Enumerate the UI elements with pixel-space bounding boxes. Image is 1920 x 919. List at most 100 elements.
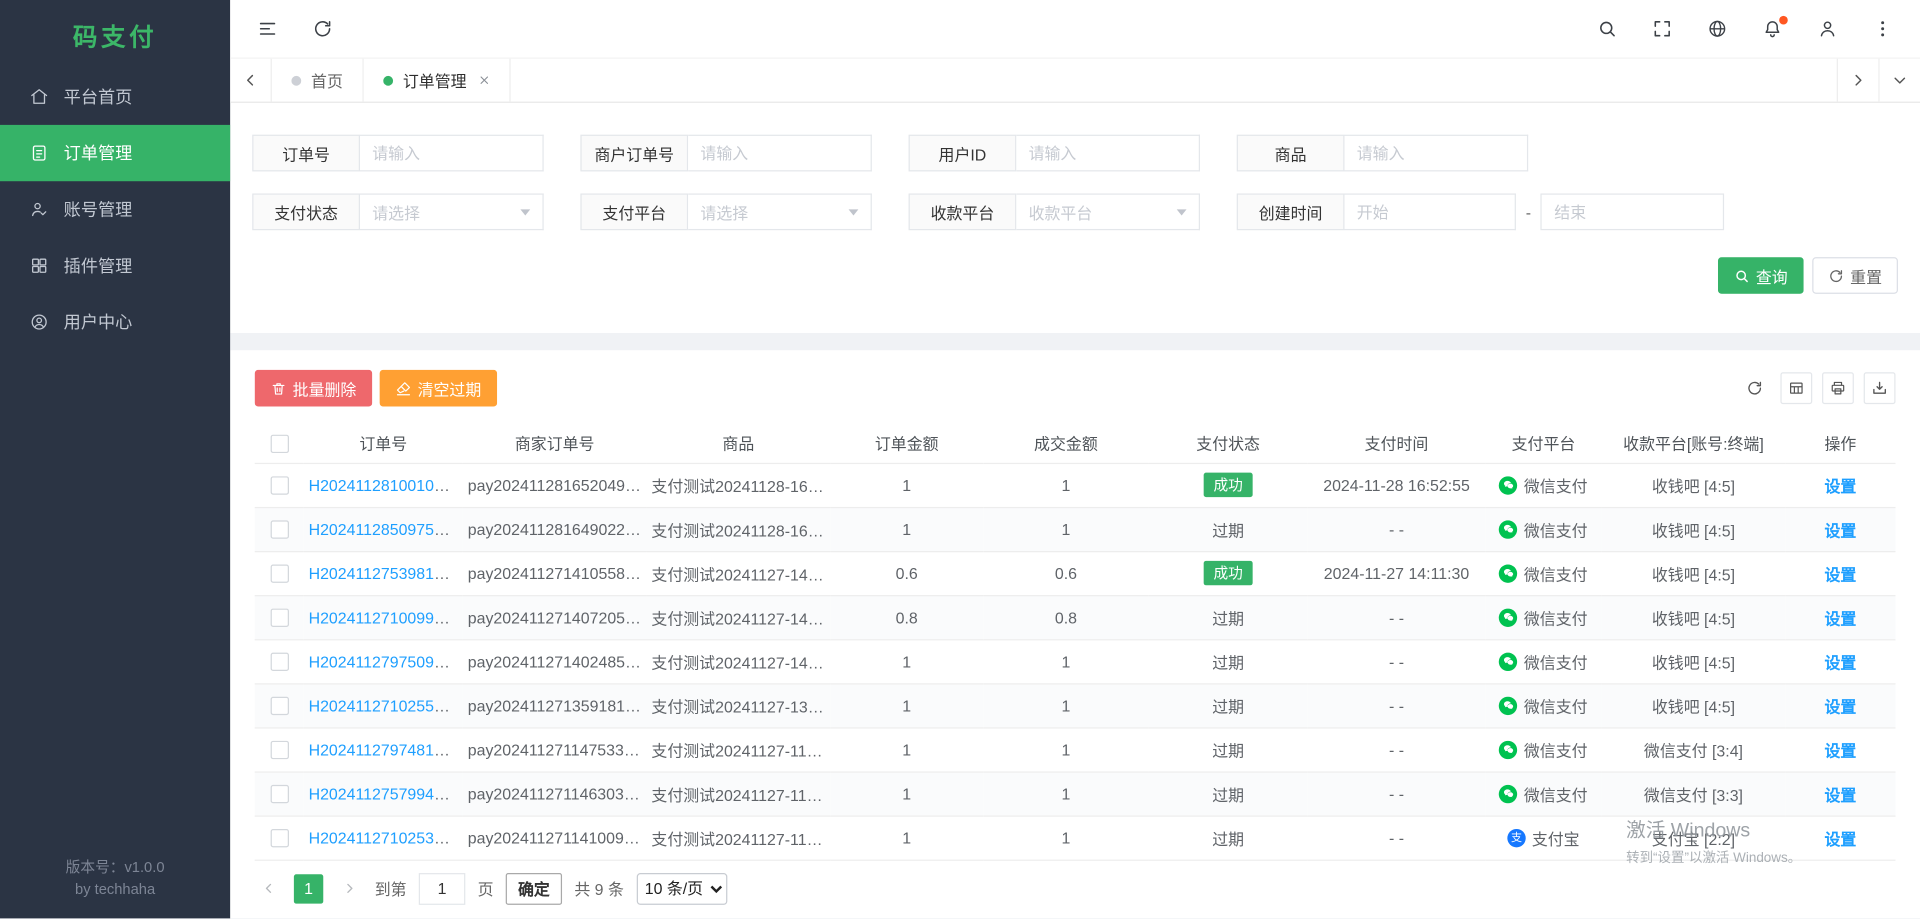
date-start-input[interactable] xyxy=(1344,193,1515,230)
paid-amount: 1 xyxy=(983,771,1148,815)
prev-page-button[interactable] xyxy=(255,874,282,903)
settings-link[interactable]: 设置 xyxy=(1824,521,1856,539)
status-text-expired: 过期 xyxy=(1212,786,1244,804)
status-text-expired: 过期 xyxy=(1212,653,1244,671)
settings-link[interactable]: 设置 xyxy=(1824,565,1856,583)
row-checkbox[interactable] xyxy=(270,520,288,538)
user-id-input[interactable] xyxy=(1016,135,1200,172)
row-checkbox[interactable] xyxy=(270,741,288,759)
tab-scroll-left-button[interactable] xyxy=(230,59,272,102)
settings-link[interactable]: 设置 xyxy=(1824,697,1856,715)
order-no-link[interactable]: H2024112850975751 xyxy=(309,520,461,538)
status-text-expired: 过期 xyxy=(1212,830,1244,848)
sidebar-footer: 版本号：v1.0.0 by techhaha xyxy=(0,843,230,918)
pay-status-select[interactable]: 请选择 xyxy=(360,193,544,230)
collapse-menu-icon[interactable] xyxy=(257,18,278,39)
merchant-order-no: pay2024112714105583... xyxy=(463,551,647,595)
settings-link[interactable]: 设置 xyxy=(1824,830,1856,848)
version-text: 版本号：v1.0.0 xyxy=(0,856,230,879)
refresh-page-icon[interactable] xyxy=(312,18,333,39)
wechat-pay-icon xyxy=(1499,608,1517,626)
row-checkbox[interactable] xyxy=(270,609,288,627)
tab-close-icon[interactable] xyxy=(479,75,490,86)
order-amount: 1 xyxy=(830,771,983,815)
batch-delete-button[interactable]: 批量删除 xyxy=(255,370,373,407)
reset-button[interactable]: 重置 xyxy=(1812,257,1898,294)
goto-page-input[interactable] xyxy=(419,872,466,904)
total-count-label: 共 9 条 xyxy=(574,877,624,900)
order-no-link[interactable]: H2024112753981029 xyxy=(309,564,461,582)
row-checkbox[interactable] xyxy=(270,653,288,671)
account-icon xyxy=(29,200,49,220)
filter-order-no: 订单号 xyxy=(252,135,543,172)
paid-amount: 1 xyxy=(983,683,1148,727)
sidebar-item-order-management[interactable]: 订单管理 xyxy=(0,125,230,181)
current-page-button[interactable]: 1 xyxy=(294,874,323,903)
settings-link[interactable]: 设置 xyxy=(1824,653,1856,671)
table-refresh-icon[interactable] xyxy=(1739,372,1771,404)
date-end-input[interactable] xyxy=(1541,193,1725,230)
print-icon[interactable] xyxy=(1822,372,1854,404)
row-checkbox[interactable] xyxy=(270,565,288,583)
notification-bell-icon[interactable] xyxy=(1762,18,1783,39)
row-checkbox[interactable] xyxy=(270,476,288,494)
settings-link[interactable]: 设置 xyxy=(1824,477,1856,495)
order-no-link[interactable]: H2024112710099571 xyxy=(309,608,461,626)
order-no-link[interactable]: H2024112810010056 xyxy=(309,476,461,494)
more-options-icon[interactable] xyxy=(1872,18,1893,39)
clear-icon xyxy=(396,380,412,396)
pay-platform-select[interactable]: 请选择 xyxy=(688,193,872,230)
order-no-input[interactable] xyxy=(360,135,544,172)
pay-platform: 微信支付 xyxy=(1499,606,1587,629)
search-icon[interactable] xyxy=(1597,18,1618,39)
product-input[interactable] xyxy=(1344,135,1528,172)
row-checkbox[interactable] xyxy=(270,697,288,715)
sidebar-item-account-management[interactable]: 账号管理 xyxy=(0,181,230,237)
tab-menu-button[interactable] xyxy=(1878,59,1920,102)
goto-confirm-button[interactable]: 确定 xyxy=(506,872,562,904)
language-globe-icon[interactable] xyxy=(1707,18,1728,39)
settings-link[interactable]: 设置 xyxy=(1824,609,1856,627)
row-checkbox[interactable] xyxy=(270,829,288,847)
tab-home[interactable]: 首页 xyxy=(272,59,364,102)
column-header: 操作 xyxy=(1785,424,1895,463)
trash-icon xyxy=(271,380,287,396)
filter-label: 创建时间 xyxy=(1237,193,1345,230)
sidebar-item-plugin-management[interactable]: 插件管理 xyxy=(0,238,230,294)
topbar xyxy=(230,0,1920,59)
user-profile-icon[interactable] xyxy=(1817,18,1838,39)
tab-order-management[interactable]: 订单管理 xyxy=(364,59,511,102)
pagination-bar: 1 到第 页 确定 共 9 条 10 条/页 xyxy=(255,860,1896,918)
receiver-platform: 微信支付 [3:4] xyxy=(1602,727,1786,771)
column-settings-icon[interactable] xyxy=(1780,372,1812,404)
order-no-link[interactable]: H2024112710255102 xyxy=(309,696,461,714)
receiver-platform: 收钱吧 [4:5] xyxy=(1602,551,1786,595)
settings-link[interactable]: 设置 xyxy=(1824,786,1856,804)
fullscreen-icon[interactable] xyxy=(1652,18,1673,39)
merchant-order-no: pay202411271147533581 xyxy=(463,727,647,771)
settings-link[interactable]: 设置 xyxy=(1824,741,1856,759)
page-size-select[interactable]: 10 条/页 xyxy=(636,872,727,904)
order-amount: 1 xyxy=(830,816,983,860)
search-button[interactable]: 查询 xyxy=(1718,257,1804,294)
notification-dot xyxy=(1779,16,1788,25)
table-row: H2024112710253101pay202411271141009023支付… xyxy=(255,816,1896,860)
sidebar-item-user-center[interactable]: 用户中心 xyxy=(0,294,230,350)
table-row: H2024112753981029pay2024112714105583...支… xyxy=(255,551,1896,595)
receiver-platform-select[interactable]: 收款平台 xyxy=(1016,193,1200,230)
clear-expired-button[interactable]: 清空过期 xyxy=(380,370,498,407)
order-no-link[interactable]: H2024112757994849 xyxy=(309,784,461,802)
export-icon[interactable] xyxy=(1864,372,1896,404)
order-no-link[interactable]: H2024112710253101 xyxy=(309,828,461,846)
select-all-checkbox[interactable] xyxy=(270,434,288,452)
next-page-button[interactable] xyxy=(336,874,363,903)
row-checkbox[interactable] xyxy=(270,785,288,803)
author-text: by techhaha xyxy=(0,878,230,901)
tab-scroll-right-button[interactable] xyxy=(1837,59,1879,102)
sidebar-item-platform-home[interactable]: 平台首页 xyxy=(0,69,230,125)
table-toolbar: 批量删除 清空过期 xyxy=(255,370,1896,407)
merchant-order-no-input[interactable] xyxy=(688,135,872,172)
pay-time: - - xyxy=(1308,816,1486,860)
order-no-link[interactable]: H2024112797481009 xyxy=(309,740,461,758)
order-no-link[interactable]: H2024112797509854 xyxy=(309,652,461,670)
